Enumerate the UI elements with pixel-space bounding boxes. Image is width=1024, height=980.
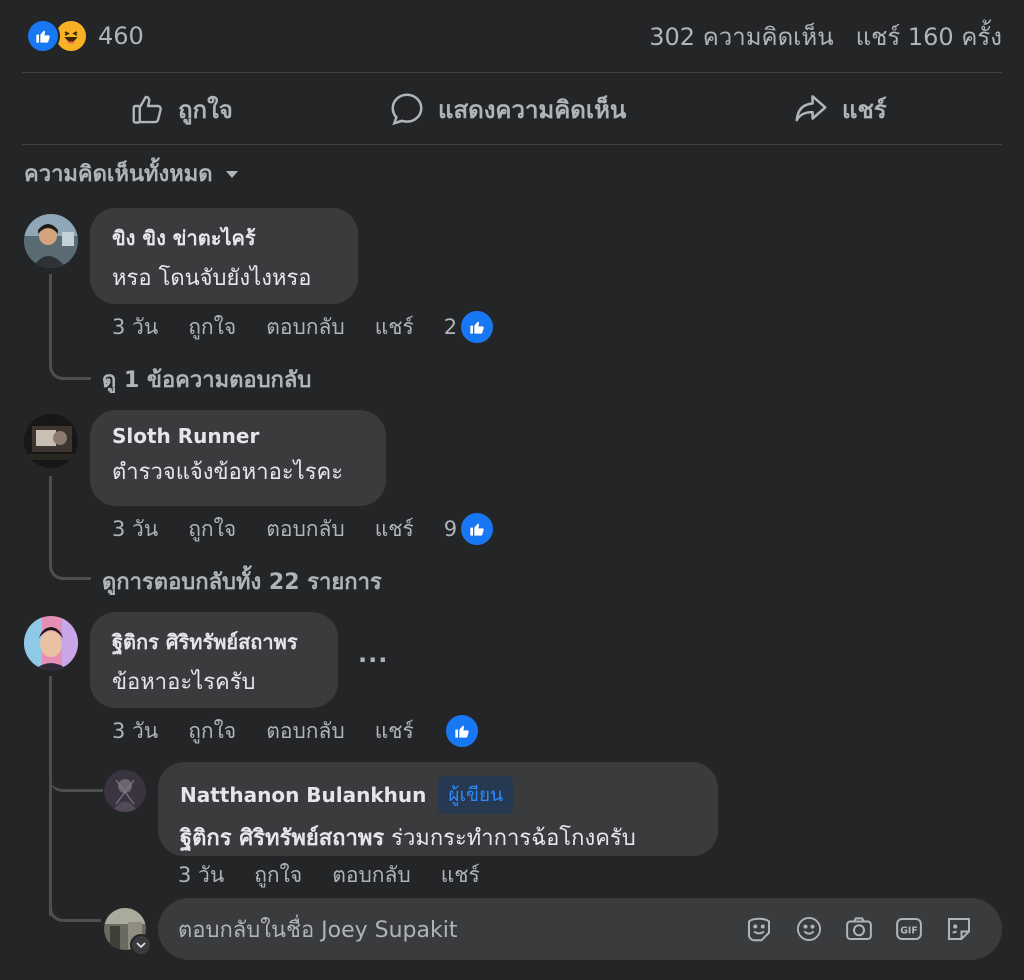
thread-line bbox=[49, 676, 52, 916]
reply-time[interactable]: 3 วัน bbox=[178, 859, 224, 892]
thread-line bbox=[49, 896, 101, 922]
thread-line bbox=[49, 346, 91, 380]
comment-reply-link[interactable]: ตอบกลับ bbox=[266, 513, 345, 546]
sort-label: ความคิดเห็นทั้งหมด bbox=[24, 162, 213, 187]
shares-count[interactable]: แชร์ 160 ครั้ง bbox=[856, 17, 1002, 56]
like-reaction-icon[interactable] bbox=[443, 713, 480, 749]
author-badge: ผู้เขียน bbox=[438, 776, 514, 814]
reaction-count: 460 bbox=[98, 22, 144, 50]
gif-icon[interactable]: GIF bbox=[894, 914, 924, 944]
comment-like-count[interactable]: 9 bbox=[444, 511, 525, 547]
like-reaction-icon bbox=[459, 309, 496, 345]
reply-author[interactable]: Natthanon Bulankhun ผู้เขียน bbox=[180, 776, 696, 814]
comment-like-link[interactable]: ถูกใจ bbox=[188, 715, 236, 748]
comment-sort-dropdown[interactable]: ความคิดเห็นทั้งหมด bbox=[24, 156, 239, 191]
camera-icon[interactable] bbox=[844, 914, 874, 944]
comment-like-count[interactable]: 2 bbox=[444, 309, 525, 345]
thread-line bbox=[49, 762, 103, 792]
divider bbox=[22, 72, 1002, 73]
share-button-label: แชร์ bbox=[842, 95, 887, 124]
reply-meta: 3 วัน ถูกใจ ตอบกลับ แชร์ bbox=[178, 860, 510, 890]
view-replies-link[interactable]: ดู 1 ข้อความตอบกลับ bbox=[102, 362, 311, 397]
reply-like-link[interactable]: ถูกใจ bbox=[254, 859, 302, 892]
comment-meta: 3 วัน ถูกใจ ตอบกลับ แชร์ 2 bbox=[112, 309, 525, 345]
thread-line bbox=[49, 546, 91, 580]
mention-link[interactable]: ฐิติกร ศิริทรัพย์สถาพร bbox=[180, 826, 384, 851]
comment-text: ข้อหาอะไรครับ bbox=[112, 670, 256, 695]
comment-author[interactable]: ขิง ขิง ข่าตะไคร้ bbox=[112, 222, 336, 254]
reply-composer[interactable]: ตอบกลับในชื่อ Joey Supakit GIF bbox=[158, 898, 1002, 960]
comment-time[interactable]: 3 วัน bbox=[112, 715, 158, 748]
comment-reply-link[interactable]: ตอบกลับ bbox=[266, 715, 345, 748]
reaction-summary[interactable]: 460 bbox=[26, 18, 144, 54]
comment-bubble[interactable]: Sloth Runner ตำรวจแจ้งข้อหาอะไรคะ bbox=[90, 410, 386, 506]
avatar[interactable] bbox=[24, 214, 78, 268]
caret-down-icon bbox=[225, 170, 238, 178]
avatar[interactable] bbox=[104, 770, 146, 812]
reply-reply-link[interactable]: ตอบกลับ bbox=[332, 859, 411, 892]
comment-time[interactable]: 3 วัน bbox=[112, 513, 158, 546]
comment-meta: 3 วัน ถูกใจ ตอบกลับ แชร์ 9 bbox=[112, 511, 525, 547]
comment-share-link[interactable]: แชร์ bbox=[375, 513, 414, 546]
comment-like-link[interactable]: ถูกใจ bbox=[188, 513, 236, 546]
comment-author[interactable]: Sloth Runner bbox=[112, 424, 364, 448]
comment-reply-link[interactable]: ตอบกลับ bbox=[266, 311, 345, 344]
emoji-icon[interactable] bbox=[794, 914, 824, 944]
post-stats: 302 ความคิดเห็น แชร์ 160 ครั้ง bbox=[649, 18, 1002, 54]
chevron-down-icon[interactable] bbox=[130, 934, 152, 956]
more-options-button[interactable]: ··· bbox=[358, 646, 388, 674]
reply-text: ฐิติกร ศิริทรัพย์สถาพร ร่วมกระทำการฉ้อโก… bbox=[180, 826, 636, 851]
comment-time[interactable]: 3 วัน bbox=[112, 311, 158, 344]
share-button[interactable]: แชร์ bbox=[792, 88, 887, 130]
avatar-sticker-icon[interactable] bbox=[944, 914, 974, 944]
comment-share-link[interactable]: แชร์ bbox=[375, 311, 414, 344]
comment-icon bbox=[391, 93, 423, 126]
share-arrow-icon bbox=[795, 95, 827, 122]
comment-like-link[interactable]: ถูกใจ bbox=[188, 311, 236, 344]
avatar[interactable] bbox=[104, 908, 152, 956]
reply-input[interactable]: ตอบกลับในชื่อ Joey Supakit bbox=[178, 912, 744, 947]
sticker-icon[interactable] bbox=[744, 914, 774, 944]
comment-bubble[interactable]: ขิง ขิง ข่าตะไคร้ หรอ โดนจับยังไงหรอ bbox=[90, 208, 358, 304]
comments-count[interactable]: 302 ความคิดเห็น bbox=[649, 17, 833, 56]
reply-share-link[interactable]: แชร์ bbox=[441, 859, 480, 892]
comment-author[interactable]: ฐิติกร ศิริทรัพย์สถาพร bbox=[112, 626, 316, 658]
comment-text: หรอ โดนจับยังไงหรอ bbox=[112, 266, 312, 291]
divider bbox=[22, 144, 1002, 145]
comment-button-label: แสดงความคิดเห็น bbox=[438, 95, 627, 124]
comment-button[interactable]: แสดงความคิดเห็น bbox=[388, 88, 626, 130]
thumbs-up-icon bbox=[132, 95, 162, 124]
like-button-label: ถูกใจ bbox=[178, 95, 233, 124]
like-reaction-icon bbox=[26, 19, 60, 53]
comment-share-link[interactable]: แชร์ bbox=[375, 715, 414, 748]
svg-text:GIF: GIF bbox=[900, 925, 918, 936]
like-reaction-icon bbox=[459, 511, 496, 547]
view-replies-link[interactable]: ดูการตอบกลับทั้ง 22 รายการ bbox=[102, 564, 382, 599]
reply-bubble[interactable]: Natthanon Bulankhun ผู้เขียน ฐิติกร ศิริ… bbox=[158, 762, 718, 856]
avatar[interactable] bbox=[24, 616, 78, 670]
like-button[interactable]: ถูกใจ bbox=[130, 88, 233, 130]
avatar[interactable] bbox=[24, 414, 78, 468]
comment-bubble[interactable]: ฐิติกร ศิริทรัพย์สถาพร ข้อหาอะไรครับ bbox=[90, 612, 338, 708]
comment-text: ตำรวจแจ้งข้อหาอะไรคะ bbox=[112, 460, 344, 485]
comment-meta: 3 วัน ถูกใจ ตอบกลับ แชร์ bbox=[112, 713, 510, 749]
